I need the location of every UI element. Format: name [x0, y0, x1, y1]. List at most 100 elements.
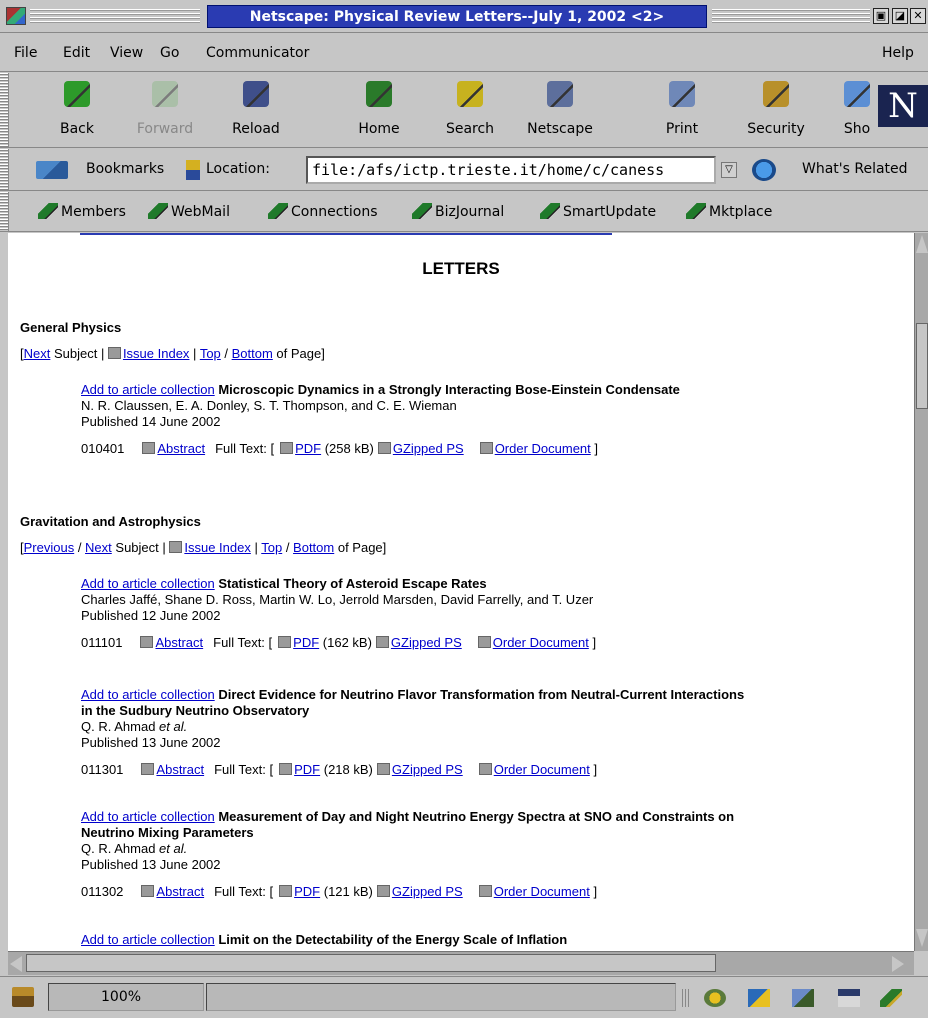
personal-item-members[interactable]: Members: [38, 203, 126, 220]
location-dropdown-icon[interactable]: ▽: [721, 162, 737, 178]
navigator-icon[interactable]: [704, 989, 726, 1007]
personal-item-bizjournal[interactable]: BizJournal: [412, 203, 504, 220]
toolbar-grip[interactable]: [0, 73, 9, 147]
scroll-right-icon[interactable]: [892, 956, 904, 972]
bookmarks-icon[interactable]: [36, 161, 68, 179]
toolbar-back-button[interactable]: Back: [42, 73, 112, 145]
top-of-page-link[interactable]: Top: [200, 346, 221, 361]
order-document-link[interactable]: Order Document: [494, 762, 590, 777]
personal-item-smartupdate[interactable]: SmartUpdate: [540, 203, 656, 220]
toolbar-button-label: Search: [445, 121, 495, 137]
minimize-button[interactable]: ▣: [873, 8, 889, 24]
pdf-link[interactable]: PDF: [295, 441, 321, 456]
toolbar-sho-button[interactable]: Sho: [836, 73, 878, 145]
vertical-scroll-thumb[interactable]: [916, 323, 928, 409]
abstract-link[interactable]: Abstract: [157, 441, 205, 456]
gzipped-ps-link[interactable]: GZipped PS: [391, 635, 462, 650]
toolbar-search-button[interactable]: Search: [432, 73, 508, 145]
issue-index-link[interactable]: Issue Index: [123, 346, 190, 361]
pdf-link[interactable]: PDF: [294, 762, 320, 777]
top-of-page-link[interactable]: Top: [261, 540, 282, 555]
security-lock-icon[interactable]: [12, 987, 34, 1007]
menu-help[interactable]: Help: [882, 45, 914, 61]
abstract-icon: [141, 885, 155, 897]
article-title: Measurement of Day and Night Neutrino En…: [218, 809, 735, 824]
published-date: Published 12 June 2002: [81, 608, 221, 623]
edit-pen-icon[interactable]: [880, 989, 902, 1007]
section-heading: Gravitation and Astrophysics: [20, 514, 201, 529]
netscape-app-icon[interactable]: [6, 7, 26, 25]
article-authors: Charles Jaffé, Shane D. Ross, Martin W. …: [81, 592, 901, 608]
menu-file[interactable]: File: [14, 45, 37, 61]
menu-view[interactable]: View: [110, 45, 143, 61]
abstract-link[interactable]: Abstract: [156, 762, 204, 777]
close-button[interactable]: ✕: [910, 8, 926, 24]
horizontal-scroll-thumb[interactable]: [26, 954, 716, 972]
gzipped-ps-link[interactable]: GZipped PS: [392, 762, 463, 777]
horizontal-scrollbar[interactable]: [8, 951, 914, 975]
scroll-up-icon[interactable]: [916, 235, 928, 253]
abstract-link[interactable]: Abstract: [155, 635, 203, 650]
titlebar-grip: [30, 9, 200, 23]
whats-related-icon[interactable]: [752, 159, 776, 181]
location-input[interactable]: file:/afs/ictp.trieste.it/home/c/caness: [306, 156, 716, 184]
nav-text: /: [282, 540, 294, 555]
discussions-icon[interactable]: [792, 989, 814, 1007]
whats-related-button[interactable]: What's Related: [802, 161, 908, 177]
add-to-collection-link[interactable]: Add to article collection: [81, 687, 215, 702]
maximize-button[interactable]: ◪: [892, 8, 908, 24]
location-pin-icon: [186, 160, 200, 180]
order-document-link[interactable]: Order Document: [493, 635, 589, 650]
bookmarks-button[interactable]: Bookmarks: [86, 161, 164, 177]
toolbar-home-button[interactable]: Home: [346, 73, 412, 145]
personal-item-webmail[interactable]: WebMail: [148, 203, 230, 220]
component-grip[interactable]: [682, 989, 690, 1007]
pdf-link[interactable]: PDF: [293, 635, 319, 650]
personal-item-mktplace[interactable]: Mktplace: [686, 203, 772, 220]
gzipped-ps-link[interactable]: GZipped PS: [393, 441, 464, 456]
mail-icon[interactable]: [748, 989, 770, 1007]
bookmark-pen-icon: [38, 203, 58, 219]
menu-communicator[interactable]: Communicator: [206, 45, 309, 61]
article-links-row: 011302 Abstract Full Text: [PDF (121 kB) GZ…: [81, 884, 901, 900]
next-subject-link[interactable]: Next: [24, 346, 51, 361]
abstract-link[interactable]: Abstract: [156, 884, 204, 899]
bottom-of-page-link[interactable]: Bottom: [293, 540, 334, 555]
toolbar-button-label: Forward: [136, 121, 194, 137]
issue-index-link[interactable]: Issue Index: [184, 540, 251, 555]
previous-subject-link[interactable]: Previous: [24, 540, 75, 555]
scroll-down-icon[interactable]: [916, 929, 928, 947]
toolbar-forward-button[interactable]: Forward: [126, 73, 204, 145]
scroll-left-icon[interactable]: [10, 956, 22, 972]
status-message: [206, 983, 676, 1011]
toolbar-grip[interactable]: [0, 192, 9, 231]
toolbar-reload-button[interactable]: Reload: [220, 73, 292, 145]
next-subject-link[interactable]: Next: [85, 540, 112, 555]
menu-go[interactable]: Go: [160, 45, 179, 61]
article-entry: Add to article collection Limit on the D…: [81, 932, 901, 948]
add-to-collection-link[interactable]: Add to article collection: [81, 382, 215, 397]
toolbar-grip[interactable]: [0, 149, 9, 190]
article-entry: Add to article collection Statistical Th…: [81, 576, 901, 651]
add-to-collection-link[interactable]: Add to article collection: [81, 576, 215, 591]
personal-item-connections[interactable]: Connections: [268, 203, 378, 220]
order-document-link[interactable]: Order Document: [494, 884, 590, 899]
toolbar-security-button[interactable]: Security: [732, 73, 820, 145]
add-to-collection-link[interactable]: Add to article collection: [81, 932, 215, 947]
bracket-close: ]: [593, 884, 598, 899]
abstract-icon: [142, 442, 156, 454]
article-title: Limit on the Detectability of the Energy…: [218, 932, 568, 947]
bookmark-pen-icon: [148, 203, 168, 219]
netscape-logo[interactable]: N: [878, 85, 928, 127]
toolbar-netscape-button[interactable]: Netscape: [514, 73, 606, 145]
pdf-link[interactable]: PDF: [294, 884, 320, 899]
order-document-link[interactable]: Order Document: [495, 441, 591, 456]
gzipped-ps-link[interactable]: GZipped PS: [392, 884, 463, 899]
bottom-of-page-link[interactable]: Bottom: [232, 346, 273, 361]
composer-icon[interactable]: [838, 989, 860, 1007]
content-frame-edge: [0, 233, 8, 975]
toolbar-print-button[interactable]: Print: [652, 73, 712, 145]
add-to-collection-link[interactable]: Add to article collection: [81, 809, 215, 824]
menu-edit[interactable]: Edit: [63, 45, 90, 61]
vertical-scrollbar[interactable]: [914, 233, 928, 951]
